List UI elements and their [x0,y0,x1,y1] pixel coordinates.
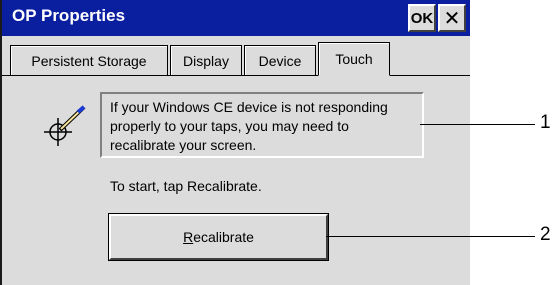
recalibrate-mnemonic: R [183,229,194,245]
recalibrate-label: Recalibrate [183,229,254,245]
title-bar: OP Properties OK ✕ [2,0,470,36]
stylus-crosshair-icon [44,105,86,146]
tab-persistent-storage[interactable]: Persistent Storage [10,45,168,75]
tab-display[interactable]: Display [170,45,242,75]
recalibrate-button[interactable]: Recalibrate [108,213,329,261]
callout-2-leader [326,236,535,237]
tab-divider [2,75,470,76]
callout-2-number: 2 [540,224,551,245]
window-title: OP Properties [12,6,126,25]
touch-info-text: If your Windows CE device is not respond… [100,92,424,158]
callout-1-number: 1 [540,112,551,133]
tab-device[interactable]: Device [244,45,316,75]
close-button[interactable]: ✕ [438,4,466,32]
tab-strip: Persistent Storage Display Device Touch [2,36,470,76]
ok-button[interactable]: OK [408,4,436,32]
recalibrate-label-rest: ecalibrate [193,229,254,245]
start-instruction: To start, tap Recalibrate. [110,178,262,194]
op-properties-window: OP Properties OK ✕ Persistent Storage Di… [0,0,470,285]
tab-touch[interactable]: Touch [318,42,390,76]
close-icon: ✕ [443,7,461,30]
callout-1-leader [420,124,535,125]
